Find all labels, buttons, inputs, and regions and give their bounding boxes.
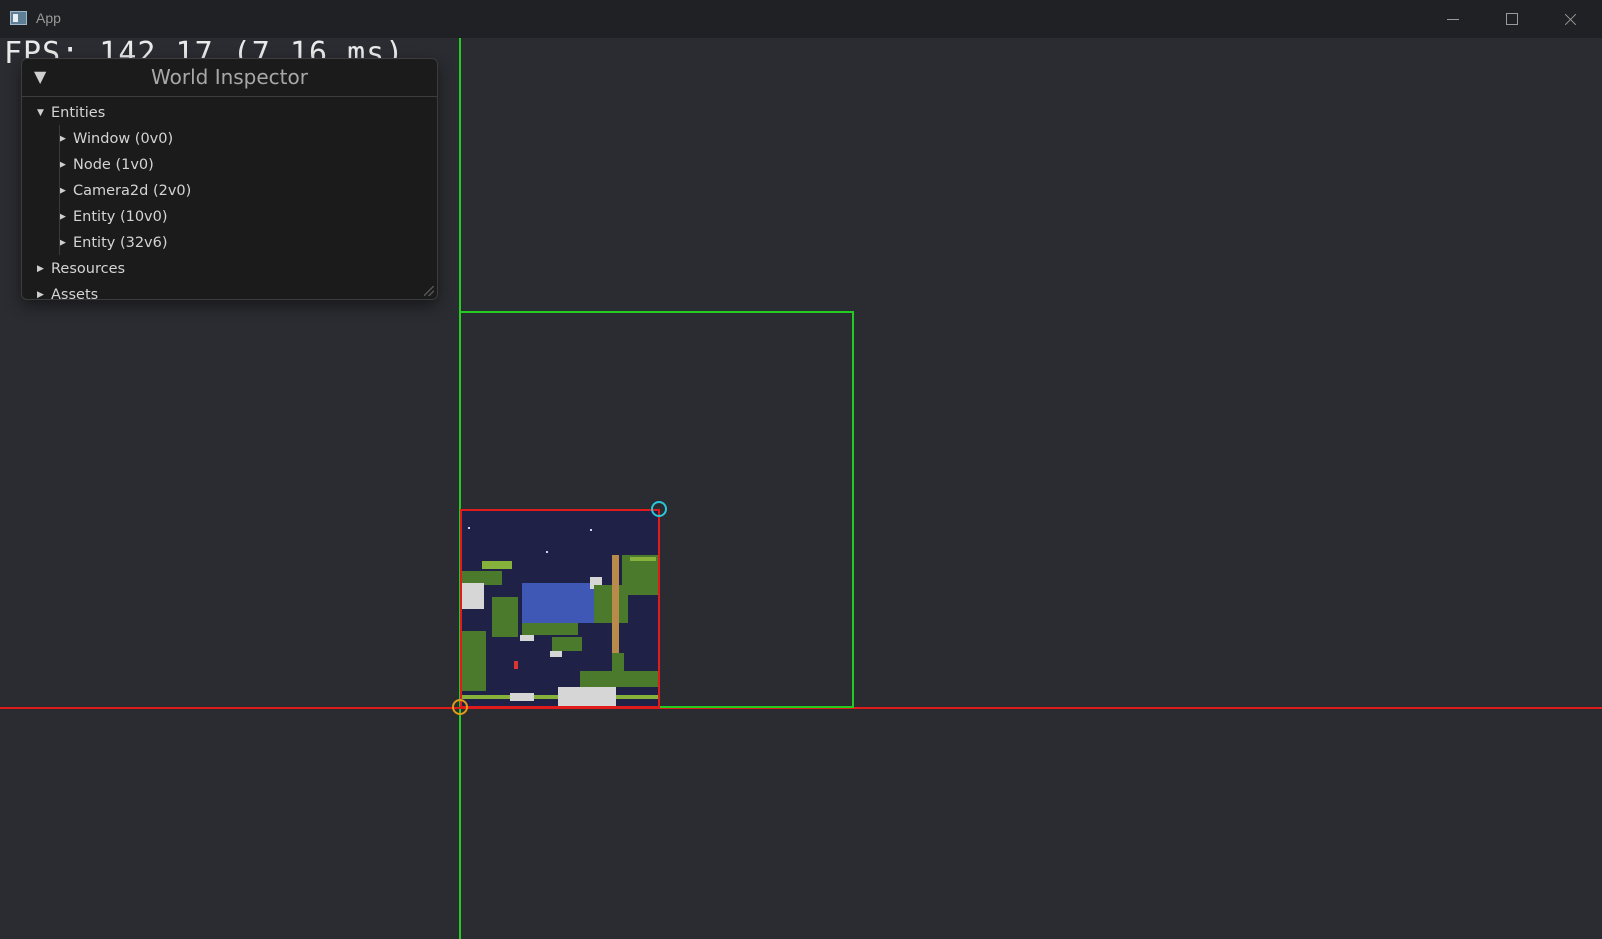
tree-item-resources[interactable]: ▶ Resources: [37, 256, 125, 282]
title-bar[interactable]: App: [0, 0, 1602, 38]
camera-bounds-bottom: [660, 706, 854, 708]
app-icon: [10, 11, 27, 25]
origin-handle[interactable]: [452, 699, 468, 715]
resize-grip-icon[interactable]: [424, 286, 434, 296]
level-sprite[interactable]: [460, 509, 660, 708]
tree-item-label: Entity (32v6): [73, 235, 168, 251]
triangle-right-icon: ▶: [37, 264, 44, 274]
tree-item-window[interactable]: ▶ Window (0v0): [59, 126, 173, 152]
transform-handle[interactable]: [651, 501, 667, 517]
tree-item-label: Entity (10v0): [73, 209, 168, 225]
tree-item-camera2d[interactable]: ▶ Camera2d (2v0): [59, 178, 191, 204]
triangle-right-icon: ▶: [37, 290, 44, 300]
tree-item-entity-10[interactable]: ▶ Entity (10v0): [59, 204, 168, 230]
tree-item-node[interactable]: ▶ Node (1v0): [59, 152, 154, 178]
inspector-header[interactable]: ▼ World Inspector: [22, 59, 437, 97]
tree-item-label: Assets: [51, 287, 99, 300]
tree-item-label: Node (1v0): [73, 157, 154, 173]
triangle-right-icon: ▶: [59, 186, 66, 196]
tree-item-label: Entities: [51, 105, 106, 121]
inspector-title: World Inspector: [151, 65, 308, 89]
game-viewport[interactable]: FPS: 142.17 (7.16 ms) ▼ World Inspector …: [0, 38, 1602, 939]
tree-item-label: Camera2d (2v0): [73, 183, 192, 199]
minimize-button[interactable]: [1425, 0, 1483, 38]
app-title: App: [36, 10, 61, 26]
triangle-right-icon: ▶: [59, 160, 66, 170]
tree-item-label: Window (0v0): [73, 131, 174, 147]
tree-item-assets[interactable]: ▶ Assets: [37, 282, 99, 300]
triangle-right-icon: ▶: [59, 238, 66, 248]
tree-item-entity-32[interactable]: ▶ Entity (32v6): [59, 230, 168, 256]
maximize-button[interactable]: [1483, 0, 1541, 38]
triangle-right-icon: ▶: [59, 212, 66, 222]
triangle-down-icon: ▼: [37, 108, 44, 118]
tree-item-entities[interactable]: ▼ Entities: [37, 100, 105, 126]
tree-item-label: Resources: [51, 261, 126, 277]
close-button[interactable]: [1541, 0, 1599, 38]
triangle-right-icon: ▶: [59, 134, 66, 144]
tree-indent-guide: [59, 125, 60, 255]
world-inspector-panel[interactable]: ▼ World Inspector ▼ Entities ▶ Window (0…: [21, 58, 438, 300]
